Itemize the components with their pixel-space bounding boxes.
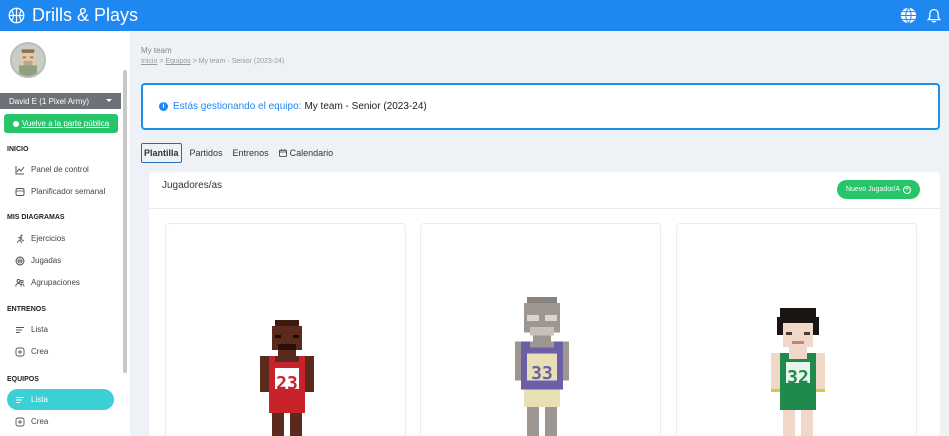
sidebar-item-label: Crea — [31, 347, 49, 356]
user-name: David E (1 Pixel Army) — [9, 96, 90, 106]
add-box-icon — [15, 347, 25, 356]
chart-icon — [15, 165, 25, 174]
calendar-grid-icon — [15, 187, 25, 196]
jersey-number-text: 33 — [531, 363, 553, 383]
basketball-icon — [8, 7, 25, 24]
app-title[interactable]: Drills & Plays — [32, 5, 138, 26]
sidebar-item-label: Crea — [31, 417, 49, 426]
alert-team-name: My team - Senior (2023-24) — [304, 101, 427, 112]
sidebar-item-agrupaciones[interactable]: Agrupaciones — [7, 272, 114, 293]
sidebar-item-label: Panel de control — [31, 165, 89, 174]
public-site-label: Vuelve a la parte pública — [21, 119, 110, 128]
section-inicio: INICIO — [7, 146, 29, 153]
page-title: My team — [141, 46, 172, 55]
top-bar: Drills & Plays — [0, 0, 949, 31]
plus-circle-icon: + — [903, 185, 912, 194]
sidebar-scrollbar[interactable] — [123, 70, 127, 373]
public-site-button[interactable]: Vuelve a la parte pública — [4, 114, 118, 133]
sidebar-item-panel[interactable]: Panel de control — [7, 159, 114, 180]
jersey-number: 32 — [787, 367, 809, 387]
info-icon: i — [159, 102, 168, 111]
list-icon — [16, 326, 24, 333]
caret-down-icon — [106, 99, 112, 102]
sidebar-item-entrenos-crea[interactable]: Crea — [7, 341, 114, 362]
roster-card: Jugadores/as Nuevo Jugador/A + 23 33 32 — [149, 172, 940, 436]
card-divider — [149, 208, 940, 209]
running-icon — [16, 234, 25, 243]
sidebar-item-label: Lista — [31, 395, 48, 404]
jersey-number: 23 — [276, 373, 298, 393]
avatar-image — [12, 44, 44, 76]
sidebar-item-equipos-crea[interactable]: Crea — [7, 411, 114, 432]
sidebar-item-label: Ejercicios — [31, 234, 66, 243]
sidebar-item-ejercicios[interactable]: Ejercicios — [7, 228, 114, 249]
user-selector[interactable]: David E (1 Pixel Army) — [0, 93, 121, 109]
player-card[interactable]: 23 — [165, 223, 406, 436]
section-entrenos: ENTRENOS — [7, 306, 46, 313]
jersey-number: 33 — [531, 363, 553, 383]
breadcrumb-current: My team - Senior (2023-24) — [198, 58, 285, 65]
team-alert: i Estás gestionando el equipo: My team -… — [141, 83, 940, 130]
breadcrumb-inicio[interactable]: Inicio — [141, 58, 157, 65]
roster-title: Jugadores/as — [162, 180, 223, 191]
basketball-small-icon — [15, 256, 25, 265]
main-content: My team Inicio > Equipos > My team - Sen… — [130, 31, 949, 436]
sidebar: David E (1 Pixel Army) Vuelve a la parte… — [0, 31, 130, 436]
player-card[interactable]: 32 — [676, 223, 917, 436]
sidebar-item-planificador[interactable]: Planificador semanal — [7, 181, 114, 202]
breadcrumb-equipos[interactable]: Equipos — [165, 58, 190, 65]
tab-plantilla[interactable]: Plantilla — [141, 143, 182, 163]
globe-small-icon — [12, 120, 19, 127]
jersey-number-text: 23 — [276, 373, 298, 393]
sidebar-item-label: Lista — [31, 325, 48, 334]
sidebar-item-entrenos-lista[interactable]: Lista — [7, 319, 114, 340]
list-icon — [16, 396, 24, 403]
tab-entrenos[interactable]: Entrenos — [231, 143, 271, 163]
calendar-icon — [278, 149, 287, 157]
sidebar-item-label: Planificador semanal — [31, 187, 106, 196]
sidebar-item-jugadas[interactable]: Jugadas — [7, 250, 114, 271]
add-box-icon — [15, 417, 25, 426]
tab-calendario-label: Calendario — [289, 148, 334, 158]
avatar[interactable] — [10, 42, 46, 78]
bell-icon[interactable] — [927, 8, 941, 23]
breadcrumb: Inicio > Equipos > My team - Senior (202… — [141, 58, 284, 65]
sidebar-item-equipos-lista[interactable]: Lista — [7, 389, 114, 410]
tab-calendario[interactable]: Calendario — [277, 143, 336, 163]
new-player-label: Nuevo Jugador/A — [845, 186, 901, 193]
tab-partidos[interactable]: Partidos — [188, 143, 225, 163]
section-mis-diagramas: MIS DIAGRAMAS — [7, 214, 65, 221]
globe-icon[interactable] — [900, 7, 917, 24]
sidebar-item-label: Jugadas — [31, 256, 62, 265]
group-icon — [15, 278, 25, 287]
player-card[interactable]: 33 — [420, 223, 661, 436]
sidebar-item-label: Agrupaciones — [31, 278, 80, 287]
new-player-button[interactable]: Nuevo Jugador/A + — [837, 180, 920, 199]
alert-lead: Estás gestionando el equipo: — [173, 101, 302, 112]
team-tabs: Plantilla Partidos Entrenos Calendario — [141, 143, 341, 163]
jersey-number-text: 32 — [787, 367, 809, 387]
section-equipos: EQUIPOS — [7, 376, 39, 383]
